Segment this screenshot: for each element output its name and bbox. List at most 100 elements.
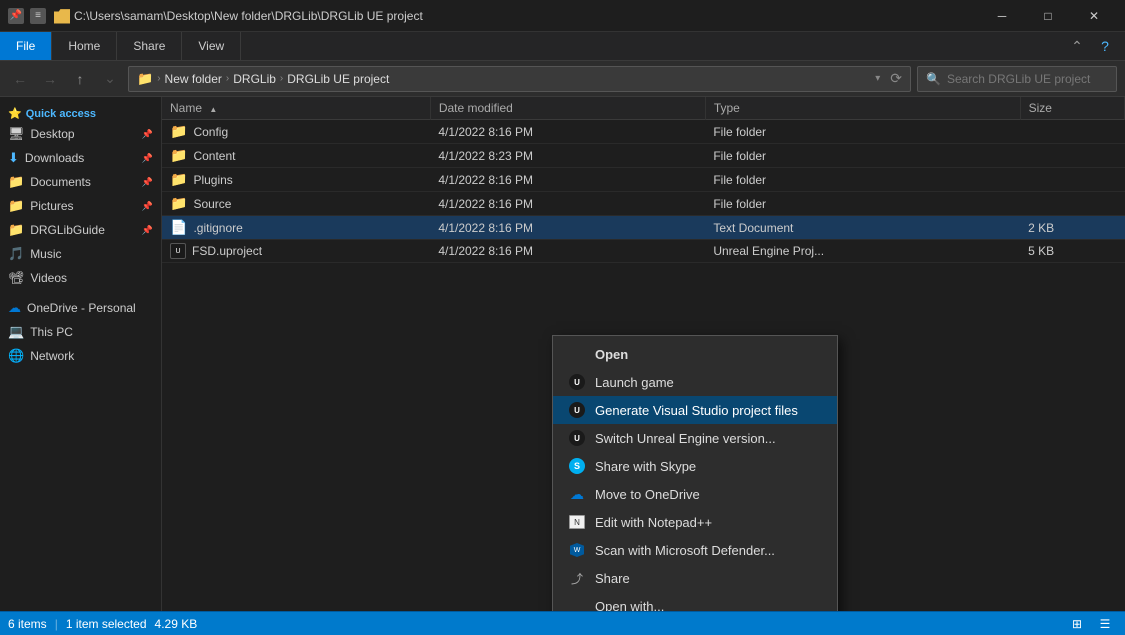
address-dropdown-icon[interactable]: ▾ — [875, 73, 880, 84]
share-icon: ⤴ — [569, 570, 585, 586]
search-icon: 🔍 — [926, 72, 941, 86]
table-row[interactable]: 📁 Plugins 4/1/2022 8:16 PM File folder — [162, 168, 1125, 192]
sidebar-item-downloads[interactable]: ⬇ Downloads 📌 — [0, 146, 161, 170]
address-bar: ← → ↑ ⌄ 📁 › New folder › DRGLib › DRGLib… — [0, 61, 1125, 97]
col-size[interactable]: Size — [1020, 97, 1124, 120]
table-row[interactable]: U FSD.uproject 4/1/2022 8:16 PM Unreal E… — [162, 240, 1125, 263]
forward-button[interactable]: → — [38, 67, 62, 91]
sidebar-item-documents[interactable]: 📁 Documents 📌 — [0, 170, 161, 194]
refresh-button[interactable]: ⟳ — [890, 70, 902, 87]
file-modified: 4/1/2022 8:16 PM — [430, 120, 705, 144]
status-view-controls: ⊞ ☰ — [1065, 614, 1117, 634]
sidebar-item-music[interactable]: 🎵 Music — [0, 242, 161, 266]
status-bar: 6 items | 1 item selected 4.29 KB ⊞ ☰ — [0, 611, 1125, 635]
up-button[interactable]: ↑ — [68, 67, 92, 91]
ctx-launch[interactable]: U Launch game — [553, 368, 837, 396]
uproject-icon: U — [170, 243, 186, 259]
close-button[interactable]: ✕ — [1071, 0, 1117, 32]
sidebar-item-onedrive[interactable]: ☁ OneDrive - Personal — [0, 296, 161, 320]
sidebar-item-drglibguide[interactable]: 📁 DRGLibGuide 📌 — [0, 218, 161, 242]
videos-icon: 📽 — [8, 270, 25, 286]
status-count: 6 items — [8, 617, 47, 631]
pin-icon-documents: 📌 — [142, 177, 153, 188]
sidebar-item-desktop[interactable]: 🖥 Desktop 📌 — [0, 122, 161, 146]
file-modified: 4/1/2022 8:16 PM — [430, 192, 705, 216]
sidebar-item-videos[interactable]: 📽 Videos — [0, 266, 161, 290]
file-type: Unreal Engine Proj... — [705, 240, 1020, 263]
col-type[interactable]: Type — [705, 97, 1020, 120]
folder-title-icon — [54, 8, 70, 24]
crumb-3[interactable]: DRGLib UE project — [287, 72, 389, 86]
col-name[interactable]: Name ▲ — [162, 97, 430, 120]
defender-icon: W — [569, 542, 585, 558]
table-row[interactable]: 📄 .gitignore 4/1/2022 8:16 PM Text Docum… — [162, 216, 1125, 240]
sidebar-item-thispc[interactable]: 💻 This PC — [0, 320, 161, 344]
documents-icon: 📁 — [8, 174, 24, 190]
search-box[interactable]: 🔍 Search DRGLib UE project — [917, 66, 1117, 92]
ctx-switch[interactable]: U Switch Unreal Engine version... — [553, 424, 837, 452]
search-placeholder: Search DRGLib UE project — [947, 72, 1090, 86]
ribbon: File Home Share View ⌃ ? — [0, 32, 1125, 61]
context-menu: Open U Launch game U Generate Visual Stu… — [552, 335, 838, 611]
ribbon-tabs: File Home Share View ⌃ ? — [0, 32, 1125, 60]
file-size — [1020, 144, 1124, 168]
file-modified: 4/1/2022 8:16 PM — [430, 168, 705, 192]
skype-icon: S — [569, 458, 585, 474]
open-icon — [569, 346, 585, 362]
sidebar-item-network[interactable]: 🌐 Network — [0, 344, 161, 368]
file-icon: 📄 — [170, 219, 187, 236]
help-button[interactable]: ? — [1093, 34, 1117, 58]
pictures-icon: 📁 — [8, 198, 24, 214]
table-row[interactable]: 📁 Content 4/1/2022 8:23 PM File folder — [162, 144, 1125, 168]
ctx-open[interactable]: Open — [553, 340, 837, 368]
ctx-generate[interactable]: U Generate Visual Studio project files — [553, 396, 837, 424]
maximize-button[interactable]: □ — [1025, 0, 1071, 32]
table-row[interactable]: 📁 Config 4/1/2022 8:16 PM File folder — [162, 120, 1125, 144]
ctx-notepad[interactable]: N Edit with Notepad++ — [553, 508, 837, 536]
folder-icon: 📁 — [170, 123, 187, 140]
file-modified: 4/1/2022 8:16 PM — [430, 240, 705, 263]
minimize-button[interactable]: ─ — [979, 0, 1025, 32]
file-type: File folder — [705, 168, 1020, 192]
quick-access-section: ⭐ Quick access — [0, 101, 161, 122]
file-name: Source — [193, 197, 231, 211]
back-button[interactable]: ← — [8, 67, 32, 91]
ribbon-expand-button[interactable]: ⌃ — [1065, 34, 1089, 58]
pin-icon-downloads: 📌 — [142, 153, 153, 164]
title-controls[interactable]: ─ □ ✕ — [979, 0, 1117, 32]
switch-unreal-icon: U — [569, 430, 585, 446]
grid-view-button[interactable]: ⊞ — [1065, 614, 1089, 634]
file-size — [1020, 168, 1124, 192]
tab-file[interactable]: File — [0, 32, 52, 60]
folder-icon: 📁 — [170, 171, 187, 188]
status-size: 4.29 KB — [155, 617, 198, 631]
crumb-1[interactable]: New folder — [165, 72, 222, 86]
table-row[interactable]: 📁 Source 4/1/2022 8:16 PM File folder — [162, 192, 1125, 216]
ctx-openwith[interactable]: Open with... — [553, 592, 837, 611]
tab-view[interactable]: View — [182, 32, 241, 60]
file-name: Config — [193, 125, 228, 139]
address-path[interactable]: 📁 › New folder › DRGLib › DRGLib UE proj… — [128, 66, 911, 92]
col-date[interactable]: Date modified — [430, 97, 705, 120]
generate-unreal-icon: U — [569, 402, 585, 418]
file-name: FSD.uproject — [192, 244, 262, 258]
ctx-defender[interactable]: W Scan with Microsoft Defender... — [553, 536, 837, 564]
file-modified: 4/1/2022 8:23 PM — [430, 144, 705, 168]
recent-button[interactable]: ⌄ — [98, 67, 122, 91]
folder-icon: 📁 — [170, 147, 187, 164]
file-type: File folder — [705, 144, 1020, 168]
sidebar-item-pictures[interactable]: 📁 Pictures 📌 — [0, 194, 161, 218]
folder-icon-addr: 📁 — [137, 71, 153, 87]
ctx-skype[interactable]: S Share with Skype — [553, 452, 837, 480]
tab-share[interactable]: Share — [117, 32, 182, 60]
list-view-button[interactable]: ☰ — [1093, 614, 1117, 634]
tab-home[interactable]: Home — [52, 32, 117, 60]
pin-icon-drglibguide: 📌 — [142, 225, 153, 236]
status-selected: 1 item selected — [66, 617, 147, 631]
main-layout: ⭐ Quick access 🖥 Desktop 📌 ⬇ Downloads 📌… — [0, 97, 1125, 611]
crumb-2[interactable]: DRGLib — [233, 72, 276, 86]
ctx-onedrive[interactable]: ☁ Move to OneDrive — [553, 480, 837, 508]
file-name: .gitignore — [193, 221, 242, 235]
ctx-share[interactable]: ⤴ Share — [553, 564, 837, 592]
thispc-icon: 💻 — [8, 324, 24, 340]
